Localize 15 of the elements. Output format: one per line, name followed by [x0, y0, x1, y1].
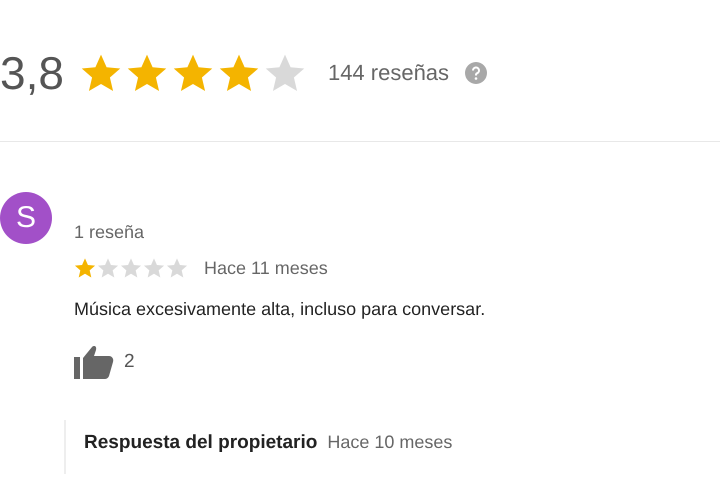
review-count: 144 reseñas [328, 60, 450, 86]
rating-value: 3,8 [0, 46, 64, 100]
thumbs-up-icon[interactable] [74, 344, 114, 380]
star-icon [166, 257, 188, 279]
star-icon [97, 257, 119, 279]
review-text: Música excesivamente alta, incluso para conversar. [74, 299, 486, 320]
reply-time: Hace 10 meses [327, 432, 452, 453]
user-avatar[interactable]: S [0, 192, 52, 244]
reply-title: Respuesta del propietario [84, 432, 318, 454]
star-icon [143, 257, 165, 279]
star-icon [74, 257, 96, 279]
star-icon [120, 257, 142, 279]
author-review-count: 1 reseña [74, 222, 146, 243]
like-count: 2 [124, 351, 135, 373]
review-time: Hace 11 meses [204, 258, 328, 278]
